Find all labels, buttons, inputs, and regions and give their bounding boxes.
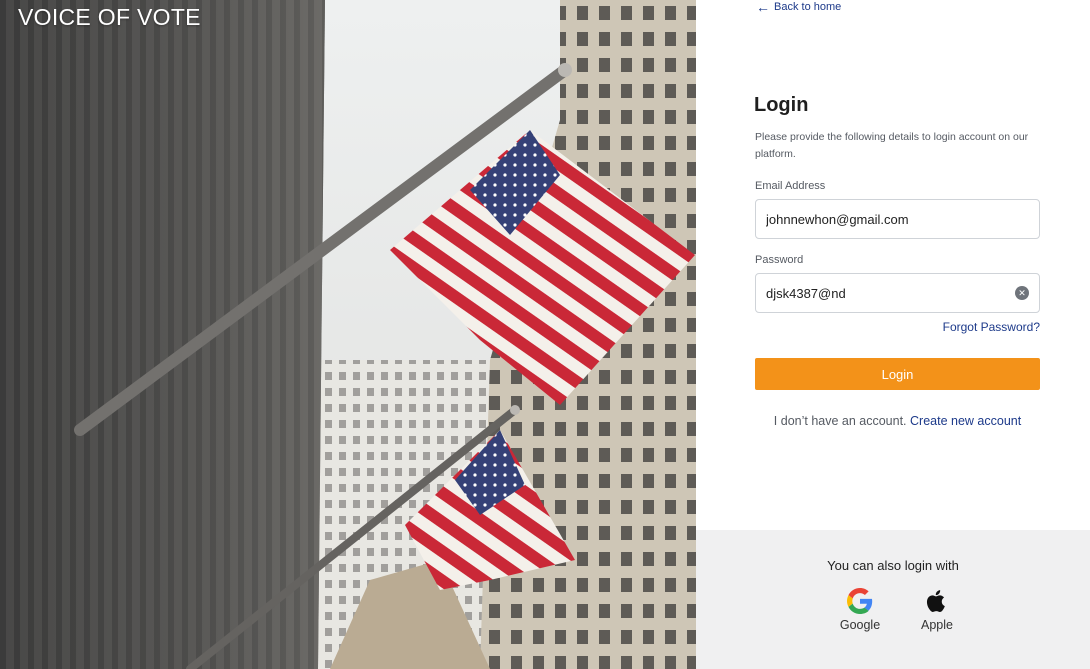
social-login-section: You can also login with Google Apple xyxy=(696,530,1090,669)
brand-logo-text: VOICE OF VOTE xyxy=(18,4,201,30)
social-login-title: You can also login with xyxy=(827,558,959,573)
apple-label: Apple xyxy=(921,618,953,632)
hero-image: VOICE OF VOTE xyxy=(0,0,696,669)
page-subtitle: Please provide the following details to … xyxy=(755,131,1029,160)
back-to-home-link[interactable]: ← Back to home xyxy=(756,0,841,14)
login-button[interactable]: Login xyxy=(755,358,1040,390)
google-login-button[interactable]: Google xyxy=(830,588,890,632)
forgot-password-link[interactable]: Forgot Password? xyxy=(943,320,1040,334)
city-flags-photo xyxy=(0,0,696,669)
apple-login-button[interactable]: Apple xyxy=(907,588,967,632)
no-account-text: I don’t have an account. xyxy=(773,414,907,428)
password-field-wrapper: ✕ xyxy=(755,273,1040,313)
back-to-home-label: Back to home xyxy=(774,1,842,13)
page-title: Login xyxy=(754,94,809,116)
google-label: Google xyxy=(839,618,881,632)
password-field[interactable] xyxy=(766,285,1015,301)
page: VOICE OF VOTE ← Back to home Login Pleas… xyxy=(0,0,1090,669)
login-panel: ← Back to home Login Please provide the … xyxy=(696,0,1090,669)
clear-input-icon[interactable]: ✕ xyxy=(1015,286,1029,300)
apple-icon xyxy=(926,590,945,612)
email-field-wrapper xyxy=(755,199,1040,239)
create-account-link[interactable]: Create new account xyxy=(910,414,1021,428)
password-label: Password xyxy=(755,254,804,266)
email-label: Email Address xyxy=(755,180,826,192)
arrow-left-icon: ← xyxy=(756,0,770,15)
email-field[interactable] xyxy=(766,211,1029,227)
signup-prompt: I don’t have an account. Create new acco… xyxy=(755,414,1040,428)
google-icon xyxy=(847,588,873,614)
